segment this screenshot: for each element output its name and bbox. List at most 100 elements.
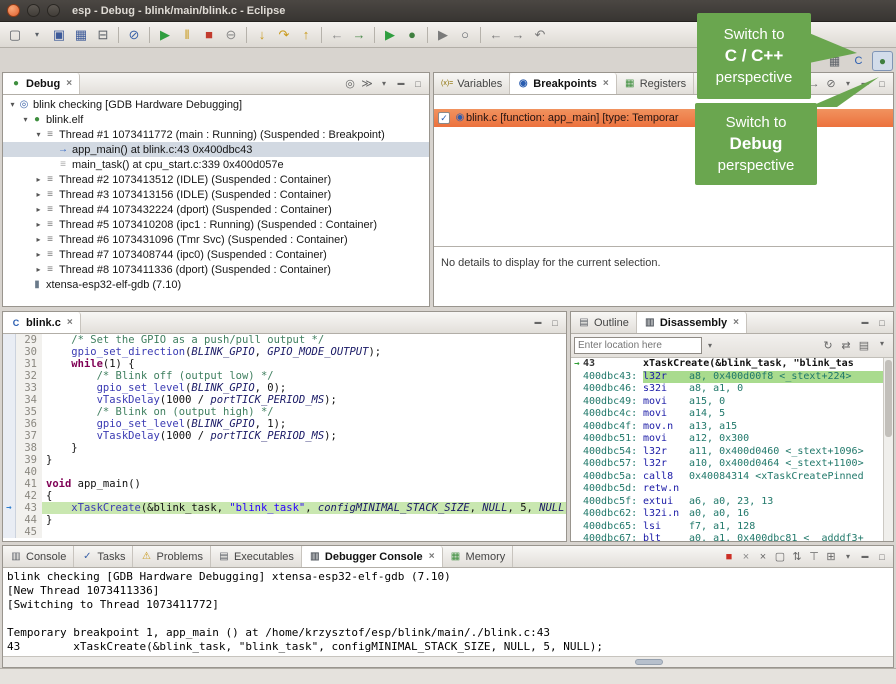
maximize-icon[interactable]: □	[874, 318, 890, 328]
show-source-icon[interactable]: ▤	[856, 339, 872, 352]
tree-expander-icon[interactable]: ▸	[33, 220, 44, 229]
debug-tree-row[interactable]: ▸≡Thread #8 1073411336 (dport) (Suspende…	[3, 262, 429, 277]
maximize-icon[interactable]: □	[410, 79, 426, 89]
disassembly-row[interactable]: 400dbc57:l32ra10, 0x400d0464 <_stext+110…	[571, 458, 883, 471]
view-menu-icon[interactable]: ▾	[376, 79, 392, 88]
disassembly-row[interactable]: 400dbc51:movia12, 0x300	[571, 433, 883, 446]
scroll-lock-icon[interactable]: ⇅	[789, 550, 805, 563]
resume-button[interactable]: ▶	[155, 25, 175, 45]
skip-all-breakpoints-icon[interactable]: ⊘	[823, 77, 839, 90]
disassembly-source-row[interactable]: →43xTaskCreate(&blink_task, "blink_tas	[571, 358, 883, 371]
tab-blink-c[interactable]: Cblink.c×	[3, 312, 81, 333]
editor-line[interactable]: 35 /* Blink on (output high) */	[3, 406, 566, 418]
debug-tree-row[interactable]: ▸≡Thread #3 1073413156 (IDLE) (Suspended…	[3, 187, 429, 202]
disassembly-row[interactable]: 400dbc4c:movia14, 5	[571, 408, 883, 421]
save-all-button[interactable]: ▦	[71, 25, 91, 45]
location-dropdown-icon[interactable]: ▾	[704, 341, 716, 350]
disassembly-row[interactable]: 400dbc5f:extuia6, a0, 23, 13	[571, 496, 883, 509]
remove-all-launches-icon[interactable]: ×	[755, 551, 771, 563]
disassembly-row[interactable]: 400dbc65:lsif7, a1, 128	[571, 521, 883, 534]
window-maximize-button[interactable]	[47, 4, 60, 17]
step-filters-icon[interactable]: ≫	[359, 77, 375, 90]
debug-tree-row[interactable]: ▸≡Thread #4 1073432224 (dport) (Suspende…	[3, 202, 429, 217]
tree-expander-icon[interactable]: ▾	[7, 100, 18, 109]
run-button[interactable]: ▶	[380, 25, 400, 45]
tab-outline[interactable]: ▤Outline	[571, 312, 637, 333]
tree-expander-icon[interactable]: ▸	[33, 175, 44, 184]
editor-line[interactable]: 36 gpio_set_level(BLINK_GPIO, 1);	[3, 418, 566, 430]
disassembly-row[interactable]: 400dbc5d:retw.n	[571, 483, 883, 496]
console-scrollbar-thumb[interactable]	[635, 659, 663, 665]
clear-console-icon[interactable]: ▢	[772, 550, 788, 563]
terminate-button[interactable]: ■	[199, 25, 219, 45]
code-editor[interactable]: 29 /* Set the GPIO as a push/pull output…	[3, 334, 566, 541]
minimize-icon[interactable]: ▬	[857, 553, 873, 560]
tab-breakpoints[interactable]: ◉Breakpoints×	[510, 73, 616, 94]
print-button[interactable]: ⊟	[93, 25, 113, 45]
editor-line[interactable]: 32 /* Blink off (output low) */	[3, 370, 566, 382]
disassembly-row[interactable]: 400dbc67:blta0, a1, 0x400dbc81 <__adddf3…	[571, 533, 883, 541]
debug-tree-row[interactable]: ▸≡Thread #6 1073431096 (Tmr Svc) (Suspen…	[3, 232, 429, 247]
disassembly-row[interactable]: 400dbc5a:call80x40084314 <xTaskCreatePin…	[571, 471, 883, 484]
tab-console[interactable]: ▥Console	[3, 546, 74, 567]
debug-perspective-button[interactable]: ●	[872, 51, 893, 71]
maximize-icon[interactable]: □	[547, 318, 563, 328]
step-over-button[interactable]: ↷	[274, 25, 294, 45]
console-horizontal-scrollbar[interactable]	[3, 656, 893, 667]
debug-tree-row[interactable]: ▾●blink.elf	[3, 112, 429, 127]
tab-debugger-console[interactable]: ▥Debugger Console×	[302, 546, 443, 567]
breakpoint-checkbox[interactable]: ✓	[438, 112, 450, 124]
tab-executables[interactable]: ▤Executables	[211, 546, 302, 567]
save-button[interactable]: ▣	[49, 25, 69, 45]
disasm-scrollbar[interactable]	[883, 358, 893, 541]
tab-close-icon[interactable]: ×	[733, 317, 739, 328]
debug-tree-row[interactable]: →app_main() at blink.c:43 0x400dbc43	[3, 142, 429, 157]
tab-disassembly[interactable]: ▥Disassembly×	[637, 312, 747, 333]
tab-memory[interactable]: ▦Memory	[443, 546, 514, 567]
disasm-menu-icon[interactable]: ▾	[874, 339, 890, 352]
editor-line[interactable]: 33 gpio_set_level(BLINK_GPIO, 0);	[3, 382, 566, 394]
editor-line[interactable]: 37 vTaskDelay(1000 / portTICK_PERIOD_MS)…	[3, 430, 566, 442]
tree-expander-icon[interactable]: ▾	[33, 130, 44, 139]
editor-line[interactable]: 39}	[3, 454, 566, 466]
tree-expander-icon[interactable]: ▸	[33, 250, 44, 259]
disassembly-row[interactable]: 400dbc54:l32ra11, 0x400d0460 <_stext+109…	[571, 446, 883, 459]
debug-tree-row[interactable]: ▮xtensa-esp32-elf-gdb (7.10)	[3, 277, 429, 292]
tab-problems[interactable]: ⚠Problems	[133, 546, 210, 567]
tree-expander-icon[interactable]: ▸	[33, 205, 44, 214]
open-console-icon[interactable]: ⊞	[823, 550, 839, 563]
window-minimize-button[interactable]	[27, 4, 40, 17]
drop-to-frame-button[interactable]: ←	[327, 25, 347, 45]
view-menu-icon[interactable]: ▾	[840, 552, 856, 561]
debugger-console-output[interactable]: blink checking [GDB Hardware Debugging] …	[3, 568, 893, 656]
editor-line[interactable]: 29 /* Set the GPIO as a push/pull output…	[3, 334, 566, 346]
tree-expander-icon[interactable]: ▾	[20, 115, 31, 124]
tab-registers[interactable]: ▦Registers	[617, 73, 694, 94]
disassembly-row[interactable]: 400dbc4f:mov.na13, a15	[571, 421, 883, 434]
minimize-icon[interactable]: ▬	[393, 80, 409, 87]
terminate-console-icon[interactable]: ■	[721, 551, 737, 563]
window-close-button[interactable]	[7, 4, 20, 17]
debug-button[interactable]: ●	[402, 25, 422, 45]
tab-debug[interactable]: ●Debug×	[3, 73, 80, 94]
tab-close-icon[interactable]: ×	[603, 78, 609, 89]
dropdown-button[interactable]: ▾	[27, 25, 47, 45]
tab-close-icon[interactable]: ×	[66, 78, 72, 89]
editor-line[interactable]: 30 gpio_set_direction(BLINK_GPIO, GPIO_M…	[3, 346, 566, 358]
tab-tasks[interactable]: ✓Tasks	[74, 546, 133, 567]
minimize-icon[interactable]: ▬	[857, 319, 873, 326]
disasm-scrollbar-thumb[interactable]	[885, 360, 892, 437]
tab-variables[interactable]: (x)=Variables	[434, 73, 510, 94]
debug-tree-row[interactable]: ▾◎blink checking [GDB Hardware Debugging…	[3, 97, 429, 112]
tree-expander-icon[interactable]: ▸	[33, 265, 44, 274]
view-menu-icon[interactable]: ▾	[840, 79, 856, 88]
tab-close-icon[interactable]: ×	[67, 317, 73, 328]
disassembly-row[interactable]: 400dbc62:l32i.na0, a0, 16	[571, 508, 883, 521]
editor-line[interactable]: 45	[3, 526, 566, 538]
editor-line[interactable]: 38 }	[3, 442, 566, 454]
editor-line[interactable]: 41void app_main()	[3, 478, 566, 490]
maximize-icon[interactable]: □	[874, 79, 890, 89]
editor-line[interactable]: 44}	[3, 514, 566, 526]
editor-line[interactable]: →43 xTaskCreate(&blink_task, "blink_task…	[3, 502, 566, 514]
minimize-icon[interactable]: ▬	[530, 319, 546, 326]
